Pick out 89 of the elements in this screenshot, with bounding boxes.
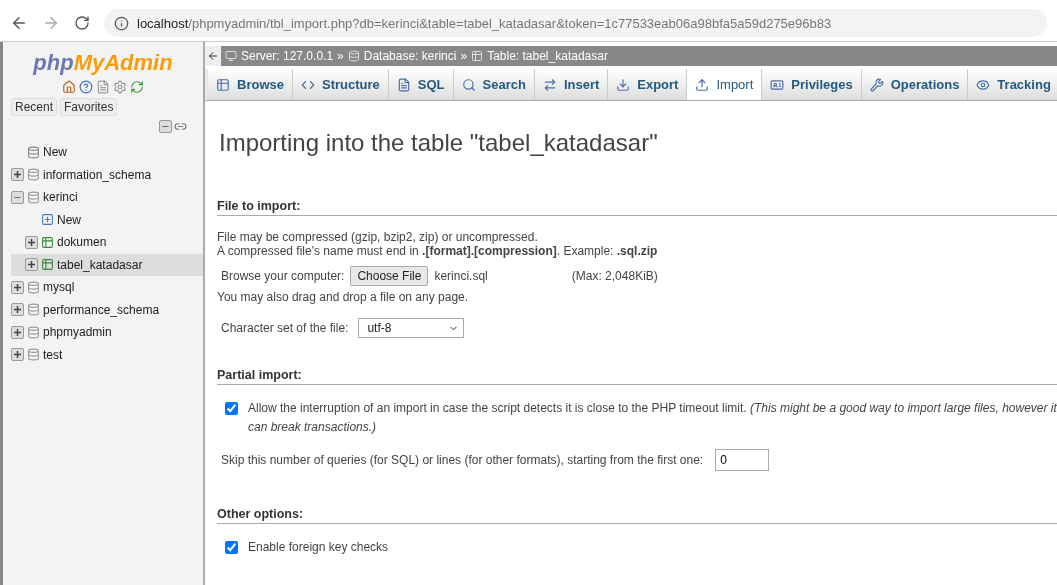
database-icon — [27, 168, 40, 182]
table-icon — [41, 235, 54, 249]
tab[interactable]: Export — [608, 69, 688, 100]
help-icon[interactable] — [79, 80, 93, 94]
tab-icon — [976, 77, 991, 92]
breadcrumb-separator: » — [460, 49, 468, 63]
tab-icon — [770, 77, 785, 92]
tab[interactable]: Operations — [861, 69, 969, 100]
database-icon — [27, 190, 40, 204]
sidebar-tab-button[interactable]: Favorites — [60, 98, 118, 116]
tab-icon — [695, 77, 710, 92]
database-icon — [347, 50, 360, 62]
database-icon — [27, 280, 40, 294]
tab-icon — [216, 77, 230, 92]
section-heading: Other options: — [217, 507, 1057, 524]
settings-icon[interactable] — [113, 80, 127, 94]
field-label: Character set of the file: — [221, 321, 349, 335]
tab-icon — [616, 77, 631, 92]
collapse-all-icon[interactable] — [159, 120, 172, 133]
document-icon[interactable] — [96, 80, 110, 94]
tree-item[interactable]: performance_schema — [11, 298, 203, 321]
expand-icon[interactable] — [25, 258, 38, 272]
breadcrumb-separator: » — [337, 49, 344, 63]
expand-icon[interactable] — [11, 348, 24, 362]
logo[interactable]: phpMyAdmin — [3, 50, 203, 76]
field-label: Browse your computer: — [221, 269, 345, 283]
database-icon — [27, 303, 40, 317]
tree-item[interactable]: mysql — [11, 276, 203, 299]
expand-icon[interactable] — [11, 303, 24, 317]
table-icon — [41, 258, 54, 272]
expand-icon[interactable] — [11, 280, 24, 294]
section-heading: File to import: — [217, 199, 1057, 216]
tree-item[interactable]: dokumen — [11, 231, 203, 254]
expand-icon[interactable] — [11, 325, 24, 339]
charset-select[interactable]: utf-8 — [358, 318, 465, 338]
database-icon — [27, 325, 40, 339]
forward-icon[interactable] — [42, 14, 60, 32]
checkbox-label: Enable foreign key checks — [248, 539, 389, 556]
breadcrumb-link[interactable]: Server: 127.0.0.1 — [241, 49, 334, 63]
breadcrumb-link[interactable]: Database: kerinci — [363, 49, 457, 63]
tab[interactable]: Import — [687, 69, 763, 100]
checkbox[interactable] — [225, 541, 238, 554]
help-text: You may also drag and drop a file on any page. — [217, 290, 470, 304]
checkbox-label: Allow the interruption of an import in case the script detects it is close to the PHP timeout limit. (This might be a good way to import large files, however it can break transactions.) — [248, 400, 1057, 436]
tab[interactable]: Insert — [534, 69, 609, 100]
back-icon[interactable] — [10, 14, 28, 32]
address-bar[interactable]: localhost/phpmyadmin/tbl_import.php?db=kerinci&table=tabel_katadasar&token=1c77533eab06a98bfa5a59d275e96b83 — [104, 9, 1047, 37]
tab[interactable]: Structure — [292, 69, 389, 100]
expand-icon[interactable] — [25, 235, 38, 249]
tree-item[interactable]: kerinci — [11, 186, 203, 209]
refresh-icon[interactable] — [130, 80, 144, 94]
help-text: File may be compressed (gzip, bzip2, zip) or uncompressed. — [217, 230, 539, 244]
tab[interactable]: SQL — [388, 69, 454, 100]
tree-item[interactable]: New — [11, 141, 203, 164]
tab-icon — [542, 77, 557, 92]
tab[interactable]: Tracking — [968, 69, 1057, 100]
tree-item[interactable]: New — [11, 208, 203, 231]
tree-item[interactable]: information_schema — [11, 163, 203, 186]
link-icon[interactable] — [174, 120, 187, 133]
help-text: A compressed file's name must end in .[format].[compression]. Example: .sql.zip — [217, 244, 659, 258]
database-icon — [27, 348, 40, 362]
tree-item[interactable]: test — [11, 343, 203, 366]
tree-item[interactable]: phpmyadmin — [11, 321, 203, 344]
table-icon — [471, 50, 484, 62]
sidebar-tab-button[interactable]: Recent — [11, 98, 58, 116]
tab-icon — [396, 77, 411, 92]
server-icon — [225, 50, 237, 62]
tab-icon — [869, 77, 884, 92]
new-table-icon — [41, 213, 54, 227]
skip-input-field[interactable]: 0 — [715, 449, 770, 471]
new-database-icon — [27, 145, 40, 159]
collapse-icon[interactable] — [11, 190, 24, 204]
info-icon — [114, 15, 129, 31]
expand-icon[interactable] — [11, 168, 24, 182]
tab-icon — [461, 77, 476, 92]
checkbox[interactable] — [225, 402, 238, 415]
section-heading: Partial import: — [217, 368, 1057, 385]
choose-file-button[interactable]: Choose File — [350, 266, 429, 286]
max-size-text: (Max: 2,048KiB) — [571, 269, 658, 283]
reload-icon[interactable] — [74, 15, 90, 31]
page-title: Importing into the table "tabel_katadasar" — [219, 129, 659, 157]
tab[interactable]: Search — [453, 69, 535, 100]
home-icon[interactable] — [62, 80, 76, 94]
file-name: kerinci.sql — [434, 269, 488, 283]
breadcrumb-link[interactable]: Table: tabel_katadasar — [487, 49, 608, 63]
tab[interactable]: Browse — [208, 69, 293, 100]
tab[interactable]: Privileges — [762, 69, 862, 100]
field-label: Skip this number of queries (for SQL) or lines (for other formats), starting from the first one: — [221, 453, 704, 467]
tree-item[interactable]: tabel_katadasar — [11, 253, 203, 276]
